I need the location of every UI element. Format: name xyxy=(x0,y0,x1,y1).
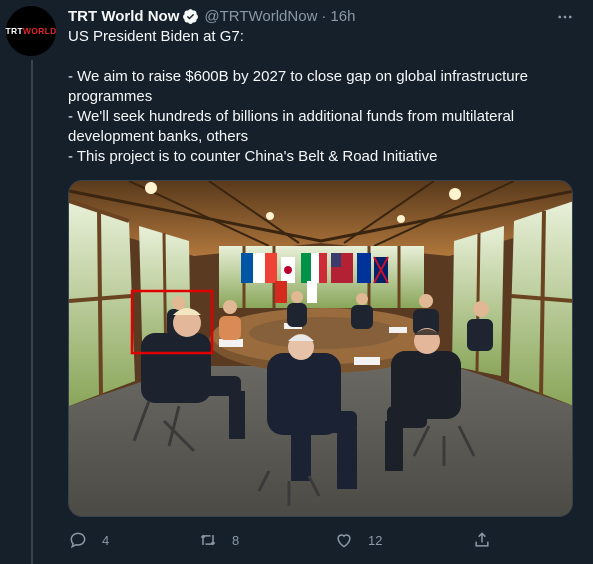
like-count: 12 xyxy=(368,532,383,548)
tweet-header: TRT World Now @TRTWorldNow · 16h xyxy=(68,5,355,27)
photo-g7-leaders-meeting xyxy=(69,181,572,516)
more-icon[interactable] xyxy=(554,6,576,28)
tweet-line: US President Biden at G7: xyxy=(68,28,244,45)
retweet-count: 8 xyxy=(232,532,240,548)
tweet-text: US President Biden at G7: - We aim to ra… xyxy=(68,27,573,167)
handle[interactable]: @TRTWorldNow xyxy=(204,8,317,25)
tweet-photo[interactable] xyxy=(68,180,573,517)
display-name[interactable]: TRT World Now xyxy=(68,8,179,25)
retweet-icon xyxy=(198,530,218,550)
avatar[interactable]: TRTWORLD xyxy=(5,6,57,56)
avatar-logo-text: TRTWORLD xyxy=(5,26,57,36)
reply-icon xyxy=(68,530,88,550)
share-button[interactable] xyxy=(472,527,506,553)
tweet-line: - We aim to raise $600B by 2027 to close… xyxy=(68,68,528,105)
tweet-card[interactable]: TRTWORLD TRT World Now @TRTWorldNow · 16… xyxy=(0,0,593,564)
verified-badge-icon xyxy=(182,8,199,25)
reply-button[interactable]: 4 xyxy=(68,527,109,553)
tweet-line: - This project is to counter China's Bel… xyxy=(68,148,438,165)
reply-count: 4 xyxy=(102,532,110,548)
like-icon xyxy=(334,530,354,550)
timestamp[interactable]: 16h xyxy=(330,8,355,25)
separator: · xyxy=(321,7,327,25)
like-button[interactable]: 12 xyxy=(334,527,382,553)
action-bar: 4 8 12 xyxy=(68,527,498,553)
thread-line xyxy=(31,60,33,564)
retweet-button[interactable]: 8 xyxy=(198,527,239,553)
tweet-line: - We'll seek hundreds of billions in add… xyxy=(68,108,515,145)
share-icon xyxy=(472,530,492,550)
tweet-blank-line xyxy=(68,47,573,67)
